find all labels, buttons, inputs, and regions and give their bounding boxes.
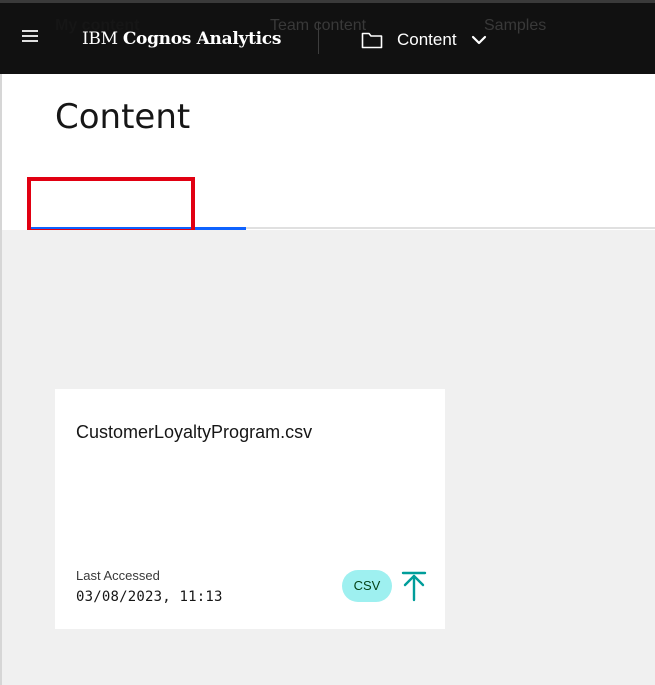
brand-name: Cognos Analytics [122, 29, 282, 49]
tab-my-content[interactable]: My content [55, 0, 139, 49]
content-switcher[interactable]: Content [361, 25, 487, 55]
hamburger-icon[interactable] [22, 30, 38, 44]
content-switch-label: Content [397, 30, 457, 49]
content-card[interactable]: CustomerLoyaltyProgram.csv Last Accessed… [55, 389, 445, 629]
highlight-annotation [27, 177, 195, 233]
last-accessed-value: 03/08/2023, 11:13 [76, 589, 223, 605]
page-title: Content [55, 97, 191, 137]
upload-icon[interactable] [400, 570, 428, 602]
last-accessed-label: Last Accessed [76, 568, 160, 583]
tab-team-content[interactable]: Team content [270, 0, 366, 49]
tab-samples[interactable]: Samples [484, 0, 546, 49]
card-title[interactable]: CustomerLoyaltyProgram.csv [76, 422, 312, 443]
file-type-badge: CSV [342, 570, 392, 602]
